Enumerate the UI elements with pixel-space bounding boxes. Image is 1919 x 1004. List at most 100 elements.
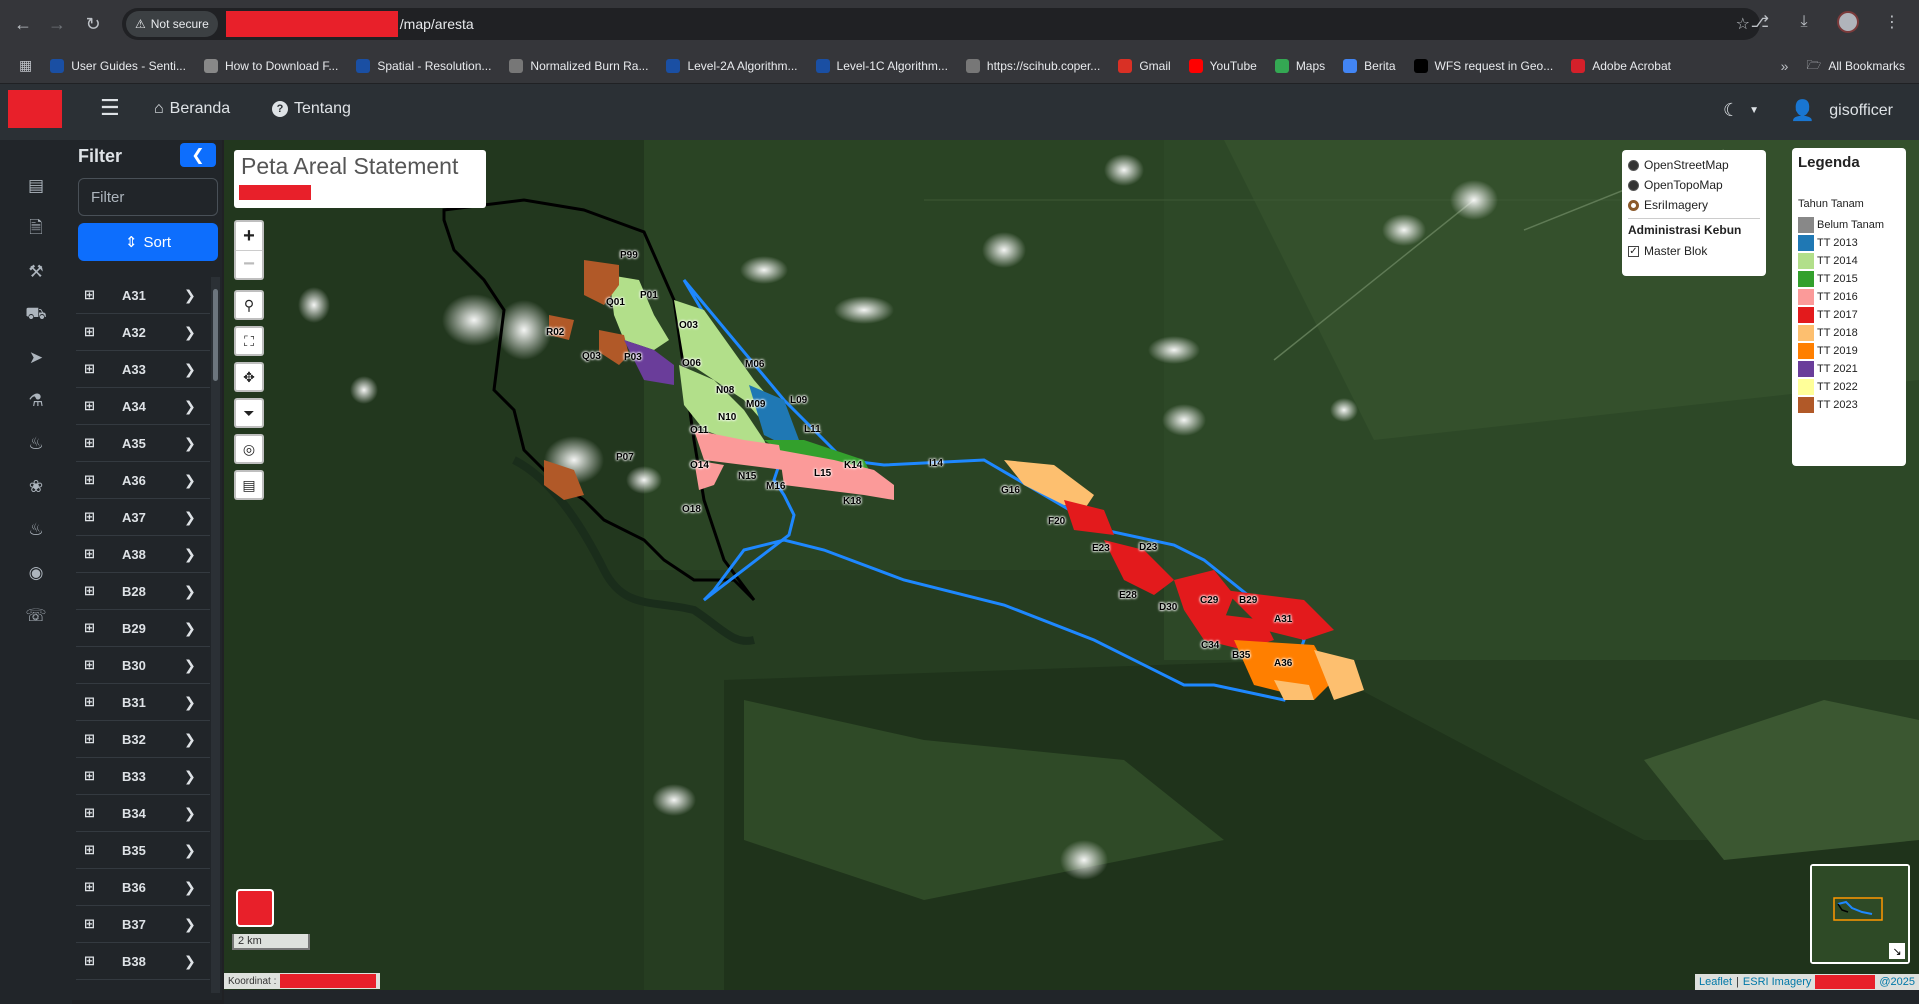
security-chip[interactable]: ⚠ Not secure: [126, 11, 218, 37]
map-block-label[interactable]: E23: [1092, 543, 1110, 554]
fullscreen-icon[interactable]: ⛶: [234, 326, 264, 356]
minimap-toggle-icon[interactable]: ↘: [1889, 943, 1905, 959]
extensions-icon[interactable]: ⎇: [1745, 7, 1775, 37]
chevron-right-icon[interactable]: ❯: [184, 694, 196, 711]
nav-about[interactable]: ? Tentang: [272, 100, 351, 118]
map-block-label[interactable]: M06: [745, 359, 764, 370]
map-block-label[interactable]: P03: [624, 352, 642, 363]
chevron-right-icon[interactable]: ❯: [184, 657, 196, 674]
block-list-item[interactable]: ⊞ A37 ❯: [76, 499, 210, 536]
chevron-right-icon[interactable]: ❯: [184, 361, 196, 378]
block-list-item[interactable]: ⊞ B29 ❯: [76, 610, 210, 647]
map-block-label[interactable]: C34: [1201, 640, 1219, 651]
sort-button[interactable]: ⇕ Sort: [78, 223, 218, 261]
chevron-right-icon[interactable]: ❯: [184, 472, 196, 489]
block-list-item[interactable]: ⊞ A36 ❯: [76, 462, 210, 499]
app-logo-redacted[interactable]: [8, 90, 62, 128]
block-list-item[interactable]: ⊞ B34 ❯: [76, 795, 210, 832]
bookmark-item[interactable]: Level-2A Algorithm...: [657, 52, 806, 80]
block-list-item[interactable]: ⊞ B32 ❯: [76, 721, 210, 758]
overlay-option[interactable]: ✓ Master Blok: [1628, 241, 1760, 261]
bookmark-item[interactable]: https://scihub.coper...: [957, 52, 1109, 80]
chevron-right-icon[interactable]: ❯: [184, 398, 196, 415]
basemap-option[interactable]: OpenTopoMap: [1628, 175, 1760, 195]
map-block-label[interactable]: N10: [718, 412, 736, 423]
chevron-right-icon[interactable]: ❯: [184, 879, 196, 896]
block-list-item[interactable]: ⊞ B28 ❯: [76, 573, 210, 610]
chevron-right-icon[interactable]: ❯: [184, 953, 196, 970]
block-list-item[interactable]: ⊞ A35 ❯: [76, 425, 210, 462]
basemap-option[interactable]: OpenStreetMap: [1628, 155, 1760, 175]
chevron-right-icon[interactable]: ❯: [184, 509, 196, 526]
map-block-label[interactable]: A36: [1274, 658, 1292, 669]
map-block-label[interactable]: E28: [1119, 590, 1137, 601]
radio-button[interactable]: [1628, 199, 1639, 211]
map-block-label[interactable]: Q03: [582, 351, 601, 362]
block-list-item[interactable]: ⊞ B33 ❯: [76, 758, 210, 795]
flask-icon[interactable]: ⚗: [24, 389, 48, 413]
block-list-item[interactable]: ⊞ A31 ❯: [76, 277, 210, 314]
scroll-thumb[interactable]: [213, 289, 218, 381]
leaflet-link[interactable]: Leaflet: [1699, 976, 1732, 988]
hammer-icon[interactable]: ⚒: [24, 260, 48, 284]
radio-button[interactable]: [1628, 179, 1639, 191]
map-block-label[interactable]: N15: [738, 471, 756, 482]
user-menu[interactable]: 👤 gisofficer: [1790, 98, 1893, 123]
theme-toggle[interactable]: ☾ ▼: [1723, 100, 1759, 121]
zoom-extent-icon[interactable]: ✥: [234, 362, 264, 392]
map-block-label[interactable]: O06: [682, 358, 701, 369]
reload-icon[interactable]: ↻: [76, 7, 110, 41]
measure-icon[interactable]: ▤: [234, 470, 264, 500]
profile-avatar[interactable]: [1833, 7, 1863, 37]
map-block-label[interactable]: F20: [1048, 516, 1065, 527]
bookmark-item[interactable]: Maps: [1266, 52, 1334, 80]
map-block-label[interactable]: L09: [790, 395, 807, 406]
map-block-label[interactable]: D30: [1159, 602, 1177, 613]
chevron-right-icon[interactable]: ❯: [184, 916, 196, 933]
map-block-label[interactable]: M09: [746, 399, 765, 410]
users-icon[interactable]: ◉: [24, 561, 48, 585]
bookmark-item[interactable]: YouTube: [1180, 52, 1266, 80]
bookmark-item[interactable]: Berita: [1334, 52, 1404, 80]
chevron-right-icon[interactable]: ❯: [184, 620, 196, 637]
chevron-right-icon[interactable]: ❯: [184, 546, 196, 563]
chevron-right-icon[interactable]: ❯: [184, 435, 196, 452]
filter-input[interactable]: [78, 178, 218, 216]
esri-link[interactable]: ESRI Imagery: [1743, 976, 1811, 988]
basemap-option[interactable]: EsriImagery: [1628, 195, 1760, 215]
block-list-item[interactable]: ⊞ B30 ❯: [76, 647, 210, 684]
fire-icon[interactable]: ♨: [24, 518, 48, 542]
map-block-label[interactable]: K14: [844, 460, 862, 471]
bookmark-item[interactable]: How to Download F...: [195, 52, 347, 80]
chrome-menu-icon[interactable]: ⋮: [1877, 7, 1907, 37]
radio-button[interactable]: [1628, 159, 1639, 171]
headset-icon[interactable]: ☏: [24, 604, 48, 628]
map-block-label[interactable]: L15: [814, 468, 831, 479]
bookmark-item[interactable]: Adobe Acrobat: [1562, 52, 1680, 80]
back-icon[interactable]: ←: [6, 7, 40, 41]
map-block-label[interactable]: P01: [640, 290, 658, 301]
chevron-right-icon[interactable]: ❯: [184, 324, 196, 341]
map-block-label[interactable]: A31: [1274, 614, 1292, 625]
database-icon[interactable]: ▤: [24, 174, 48, 198]
map-block-label[interactable]: M16: [766, 481, 785, 492]
bookmark-item[interactable]: Level-1C Algorithm...: [807, 52, 957, 80]
map-block-label[interactable]: I14: [929, 458, 943, 469]
send-icon[interactable]: ➤: [24, 346, 48, 370]
map-block-label[interactable]: O03: [679, 320, 698, 331]
zoom-in-button[interactable]: +: [236, 222, 262, 250]
map-block-label[interactable]: B29: [1239, 595, 1257, 606]
block-list-item[interactable]: ⊞ B38 ❯: [76, 943, 210, 980]
map-block-label[interactable]: K18: [843, 496, 861, 507]
map-block-label[interactable]: D23: [1139, 542, 1157, 553]
map-block-label[interactable]: N08: [716, 385, 734, 396]
hand-seedling-icon[interactable]: ♨: [24, 432, 48, 456]
search-icon[interactable]: ⚲: [234, 290, 264, 320]
bookmark-item[interactable]: Normalized Burn Ra...: [500, 52, 657, 80]
map-block-label[interactable]: L11: [804, 424, 821, 435]
minimap[interactable]: ↘: [1810, 864, 1910, 964]
bookmark-item[interactable]: Spatial - Resolution...: [347, 52, 500, 80]
block-list-item[interactable]: ⊞ B31 ❯: [76, 684, 210, 721]
apps-icon[interactable]: ▦: [10, 52, 41, 80]
block-list-item[interactable]: ⊞ B37 ❯: [76, 906, 210, 943]
